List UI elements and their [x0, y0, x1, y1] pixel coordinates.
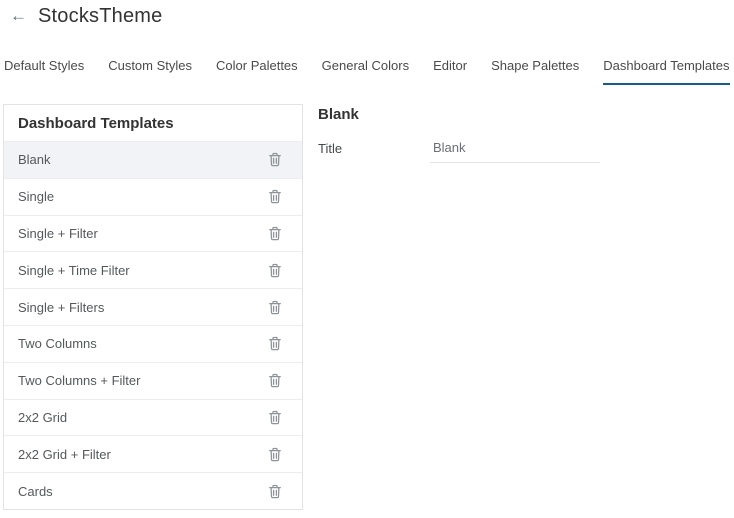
- templates-list: Blank Single Single + Filter Single + Time …: [4, 141, 302, 509]
- tab-bar: Default Styles Custom Styles Color Palette…: [4, 58, 730, 85]
- template-row-single[interactable]: Single: [4, 178, 302, 215]
- trash-icon[interactable]: [268, 189, 282, 204]
- templates-list-panel: Dashboard Templates Blank Single Single + …: [3, 104, 303, 510]
- trash-icon[interactable]: [268, 263, 282, 278]
- template-row-cards[interactable]: Cards: [4, 472, 302, 509]
- template-row-label: Cards: [18, 484, 268, 499]
- template-row-label: Single + Filters: [18, 300, 268, 315]
- template-row-single-filter[interactable]: Single + Filter: [4, 215, 302, 252]
- template-row-label: Blank: [18, 152, 268, 167]
- tab-default-styles[interactable]: Default Styles: [4, 58, 84, 85]
- trash-icon[interactable]: [268, 410, 282, 425]
- trash-icon[interactable]: [268, 373, 282, 388]
- templates-list-heading: Dashboard Templates: [4, 105, 302, 141]
- template-row-single-time-filter[interactable]: Single + Time Filter: [4, 251, 302, 288]
- template-row-single-filters[interactable]: Single + Filters: [4, 288, 302, 325]
- template-row-2x2-grid-filter[interactable]: 2x2 Grid + Filter: [4, 435, 302, 472]
- title-form-row: Title: [318, 139, 724, 163]
- template-row-two-columns[interactable]: Two Columns: [4, 325, 302, 362]
- template-detail-heading: Blank: [318, 106, 724, 123]
- trash-icon[interactable]: [268, 336, 282, 351]
- page-header: ← StocksTheme: [10, 4, 162, 28]
- template-row-label: 2x2 Grid: [18, 410, 268, 425]
- trash-icon[interactable]: [268, 447, 282, 462]
- trash-icon[interactable]: [268, 484, 282, 499]
- title-label: Title: [318, 139, 430, 156]
- template-row-blank[interactable]: Blank: [4, 141, 302, 178]
- template-row-label: Single + Time Filter: [18, 263, 268, 278]
- tab-color-palettes[interactable]: Color Palettes: [216, 58, 298, 85]
- tab-general-colors[interactable]: General Colors: [322, 58, 409, 85]
- tab-shape-palettes[interactable]: Shape Palettes: [491, 58, 579, 85]
- tab-editor[interactable]: Editor: [433, 58, 467, 85]
- tab-custom-styles[interactable]: Custom Styles: [108, 58, 192, 85]
- template-row-label: Two Columns + Filter: [18, 373, 268, 388]
- theme-editor-page: ← StocksTheme Default Styles Custom Style…: [0, 0, 734, 518]
- template-row-label: Single + Filter: [18, 226, 268, 241]
- title-input[interactable]: [430, 139, 600, 163]
- template-row-two-columns-filter[interactable]: Two Columns + Filter: [4, 362, 302, 399]
- page-title: StocksTheme: [38, 5, 162, 28]
- trash-icon[interactable]: [268, 300, 282, 315]
- trash-icon[interactable]: [268, 152, 282, 167]
- template-row-label: Single: [18, 189, 268, 204]
- trash-icon[interactable]: [268, 226, 282, 241]
- template-row-label: 2x2 Grid + Filter: [18, 447, 268, 462]
- template-row-label: Two Columns: [18, 336, 268, 351]
- tab-dashboard-templates[interactable]: Dashboard Templates: [603, 58, 729, 85]
- back-arrow-icon[interactable]: ←: [10, 4, 27, 28]
- template-detail-panel: Blank Title: [318, 106, 724, 163]
- template-row-2x2-grid[interactable]: 2x2 Grid: [4, 399, 302, 436]
